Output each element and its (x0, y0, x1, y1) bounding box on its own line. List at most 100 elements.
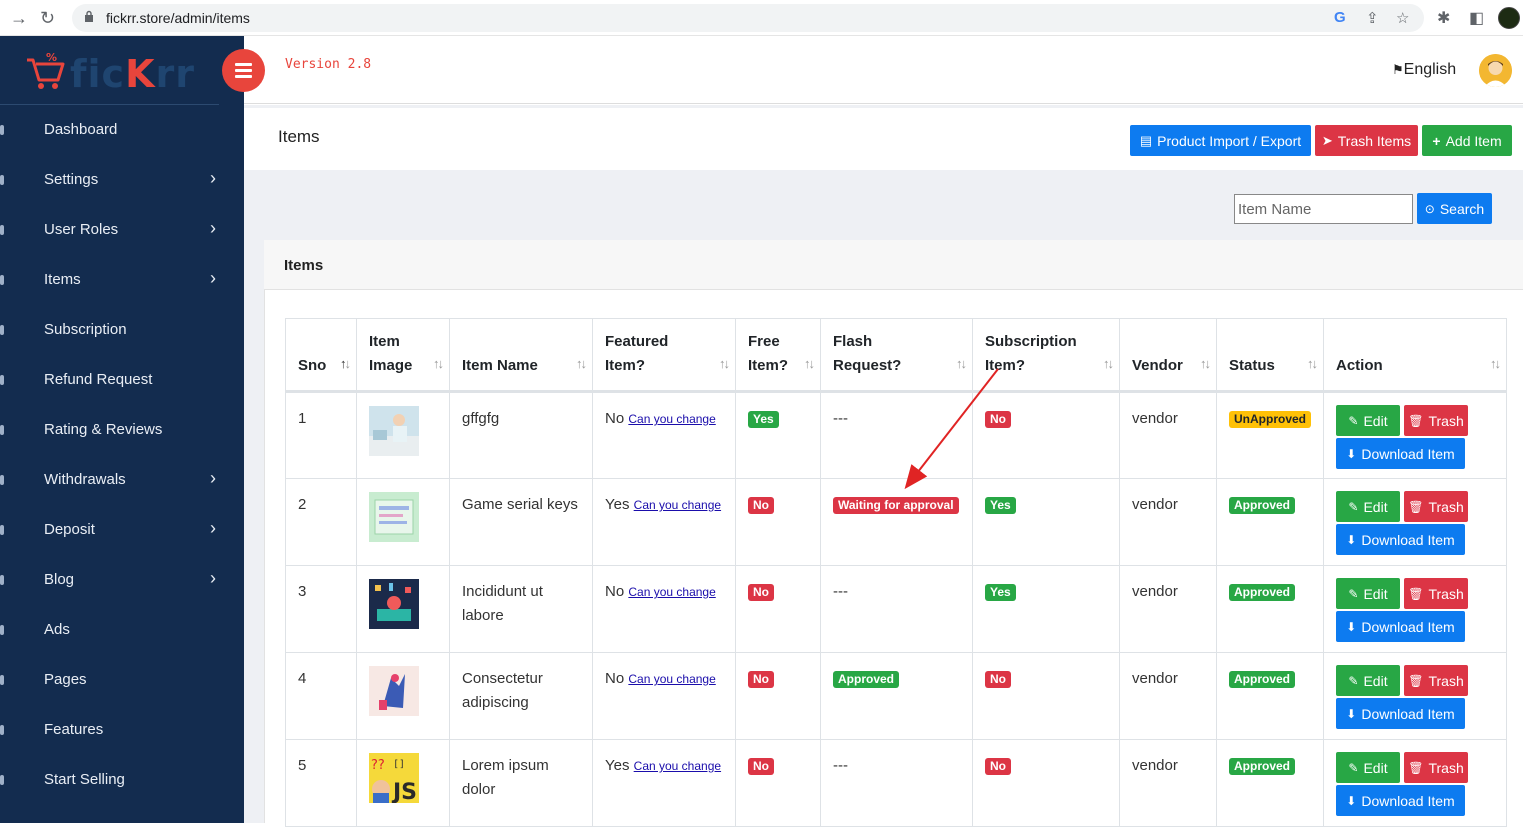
download-item-button[interactable]: ⬇ Download Item (1336, 438, 1465, 469)
sidebar-item-subscription[interactable]: Subscription (0, 305, 244, 355)
sidebar-item-features[interactable]: Features (0, 705, 244, 755)
chevron-right-icon: › (210, 218, 216, 238)
download-icon: ⬇ (1346, 532, 1357, 547)
change-featured-link[interactable]: Can you change (634, 498, 721, 512)
sort-arrows-icon[interactable]: ↑↓ (956, 352, 967, 376)
trash-button[interactable]: 🗑 Trash (1404, 752, 1468, 783)
sidebar-item-pages[interactable]: Pages (0, 655, 244, 705)
column-header[interactable]: Item Image ↑↓ (356, 318, 450, 393)
edit-button[interactable]: ✎ Edit (1336, 491, 1400, 522)
vendor-value: vendor (1132, 670, 1178, 687)
menu-toggle-button[interactable] (222, 49, 265, 92)
change-featured-link[interactable]: Can you change (628, 672, 715, 686)
trash-items-button[interactable]: ➤ Trash Items (1315, 125, 1418, 156)
sort-arrows-icon[interactable]: ↑↓ (1103, 352, 1114, 376)
download-item-button[interactable]: ⬇ Download Item (1336, 611, 1465, 642)
sidebar-item-refund-request[interactable]: Refund Request (0, 355, 244, 405)
download-item-button[interactable]: ⬇ Download Item (1336, 698, 1465, 729)
column-header[interactable]: Action ↑↓ (1323, 318, 1507, 393)
column-header[interactable]: Sno ↑↓ (285, 318, 357, 393)
featured-value: No (605, 583, 625, 600)
sort-arrows-icon[interactable]: ↑↓ (1200, 352, 1211, 376)
share-icon[interactable]: ⇪ (1366, 9, 1379, 27)
column-header[interactable]: Free Item? ↑↓ (735, 318, 821, 393)
sidebar-item-withdrawals[interactable]: Withdrawals › (0, 455, 244, 505)
sort-arrows-icon[interactable]: ↑↓ (1307, 352, 1318, 376)
browser-profile-avatar[interactable] (1498, 7, 1520, 29)
sidebar-item-start-selling[interactable]: Start Selling (0, 755, 244, 805)
sno-cell: 1 (285, 391, 357, 479)
sort-arrows-icon[interactable]: ↑↓ (340, 352, 351, 376)
column-header[interactable]: Subscription Item? ↑↓ (972, 318, 1120, 393)
bookmark-star-icon[interactable]: ☆ (1396, 9, 1409, 27)
column-header[interactable]: Status ↑↓ (1216, 318, 1324, 393)
logo[interactable]: % ficKrr (24, 48, 224, 96)
sort-arrows-icon[interactable]: ↑↓ (719, 352, 730, 376)
change-featured-link[interactable]: Can you change (628, 412, 715, 426)
free-cell: No (735, 565, 821, 653)
sidebar-item-blog[interactable]: Blog › (0, 555, 244, 605)
side-panel-icon[interactable]: ◧ (1469, 8, 1484, 28)
language-selector[interactable]: ⚑English (1392, 61, 1456, 79)
subscription-cell: No (972, 391, 1120, 479)
column-header[interactable]: Flash Request? ↑↓ (820, 318, 973, 393)
sidebar-item-label: Start Selling (44, 771, 125, 788)
change-featured-link[interactable]: Can you change (634, 759, 721, 773)
back-arrow-icon[interactable]: → (10, 8, 28, 29)
sort-arrows-icon[interactable]: ↑↓ (804, 352, 815, 376)
user-avatar-icon (1479, 54, 1512, 87)
item-name-value: Lorem ipsum dolor (462, 757, 549, 798)
edit-icon: ✎ (1348, 673, 1359, 688)
item-image-cell (356, 565, 450, 653)
column-header-label: Request? (833, 357, 902, 374)
sidebar-item-user-roles[interactable]: User Roles › (0, 205, 244, 255)
file-excel-icon: ▤ (1139, 132, 1153, 148)
subscription-cell: Yes (972, 565, 1120, 653)
extensions-icon[interactable]: ✱ (1437, 8, 1450, 28)
column-header[interactable]: Item Name ↑↓ (449, 318, 593, 393)
table-row: 5?? [] JS Lorem ipsum dolor Yes Can you chan… (285, 739, 1507, 827)
search-button[interactable]: ⊙ Search (1417, 193, 1492, 224)
sidebar-item-rating-reviews[interactable]: Rating & Reviews (0, 405, 244, 455)
item-thumbnail (369, 579, 419, 629)
column-header[interactable]: Vendor ↑↓ (1119, 318, 1217, 393)
google-icon[interactable]: G (1334, 9, 1346, 26)
change-featured-link[interactable]: Can you change (628, 585, 715, 599)
edit-button[interactable]: ✎ Edit (1336, 665, 1400, 696)
trash-button[interactable]: 🗑 Trash (1404, 578, 1468, 609)
column-header[interactable]: Featured Item? ↑↓ (592, 318, 736, 393)
sidebar-item-deposit[interactable]: Deposit › (0, 505, 244, 555)
trash-button[interactable]: 🗑 Trash (1404, 491, 1468, 522)
download-item-button[interactable]: ⬇ Download Item (1336, 785, 1465, 816)
featured-cell: Yes Can you change (592, 739, 736, 827)
sort-arrows-icon[interactable]: ↑↓ (576, 352, 587, 376)
sidebar-item-items[interactable]: Items › (0, 255, 244, 305)
user-avatar[interactable] (1479, 54, 1512, 87)
address-bar[interactable]: fickrr.store/admin/items G ⇪ ☆ (72, 4, 1424, 32)
edit-button[interactable]: ✎ Edit (1336, 405, 1400, 436)
status-badge: Approved (1229, 758, 1296, 775)
action-cell: ✎ Edit 🗑 Trash ⬇ Download Item (1323, 565, 1507, 653)
reload-icon[interactable]: ↻ (40, 8, 55, 29)
trash-button[interactable]: 🗑 Trash (1404, 405, 1468, 436)
item-name-search-input[interactable] (1234, 194, 1413, 224)
edit-button[interactable]: ✎ Edit (1336, 752, 1400, 783)
sidebar-item-label: Deposit (44, 521, 95, 538)
sidebar-item-settings[interactable]: Settings › (0, 155, 244, 205)
sort-arrows-icon[interactable]: ↑↓ (433, 352, 444, 376)
sno-cell: 5 (285, 739, 357, 827)
browser-toolbar: → ↻ fickrr.store/admin/items G ⇪ ☆ ✱ ◧ (0, 0, 1523, 36)
edit-button[interactable]: ✎ Edit (1336, 578, 1400, 609)
column-header-label: Item (369, 333, 400, 350)
featured-value: Yes (605, 496, 630, 513)
subscription-cell: No (972, 739, 1120, 827)
product-import-export-button[interactable]: ▤ Product Import / Export (1130, 125, 1311, 156)
trash-button[interactable]: 🗑 Trash (1404, 665, 1468, 696)
sort-arrows-icon[interactable]: ↑↓ (1490, 352, 1501, 376)
sidebar-item-ads[interactable]: Ads (0, 605, 244, 655)
download-item-button[interactable]: ⬇ Download Item (1336, 524, 1465, 555)
add-item-button[interactable]: + Add Item (1422, 125, 1512, 156)
sidebar-item-label: User Roles (44, 221, 119, 238)
free-item-badge: No (748, 671, 774, 688)
sidebar-item-dashboard[interactable]: Dashboard (0, 105, 244, 155)
